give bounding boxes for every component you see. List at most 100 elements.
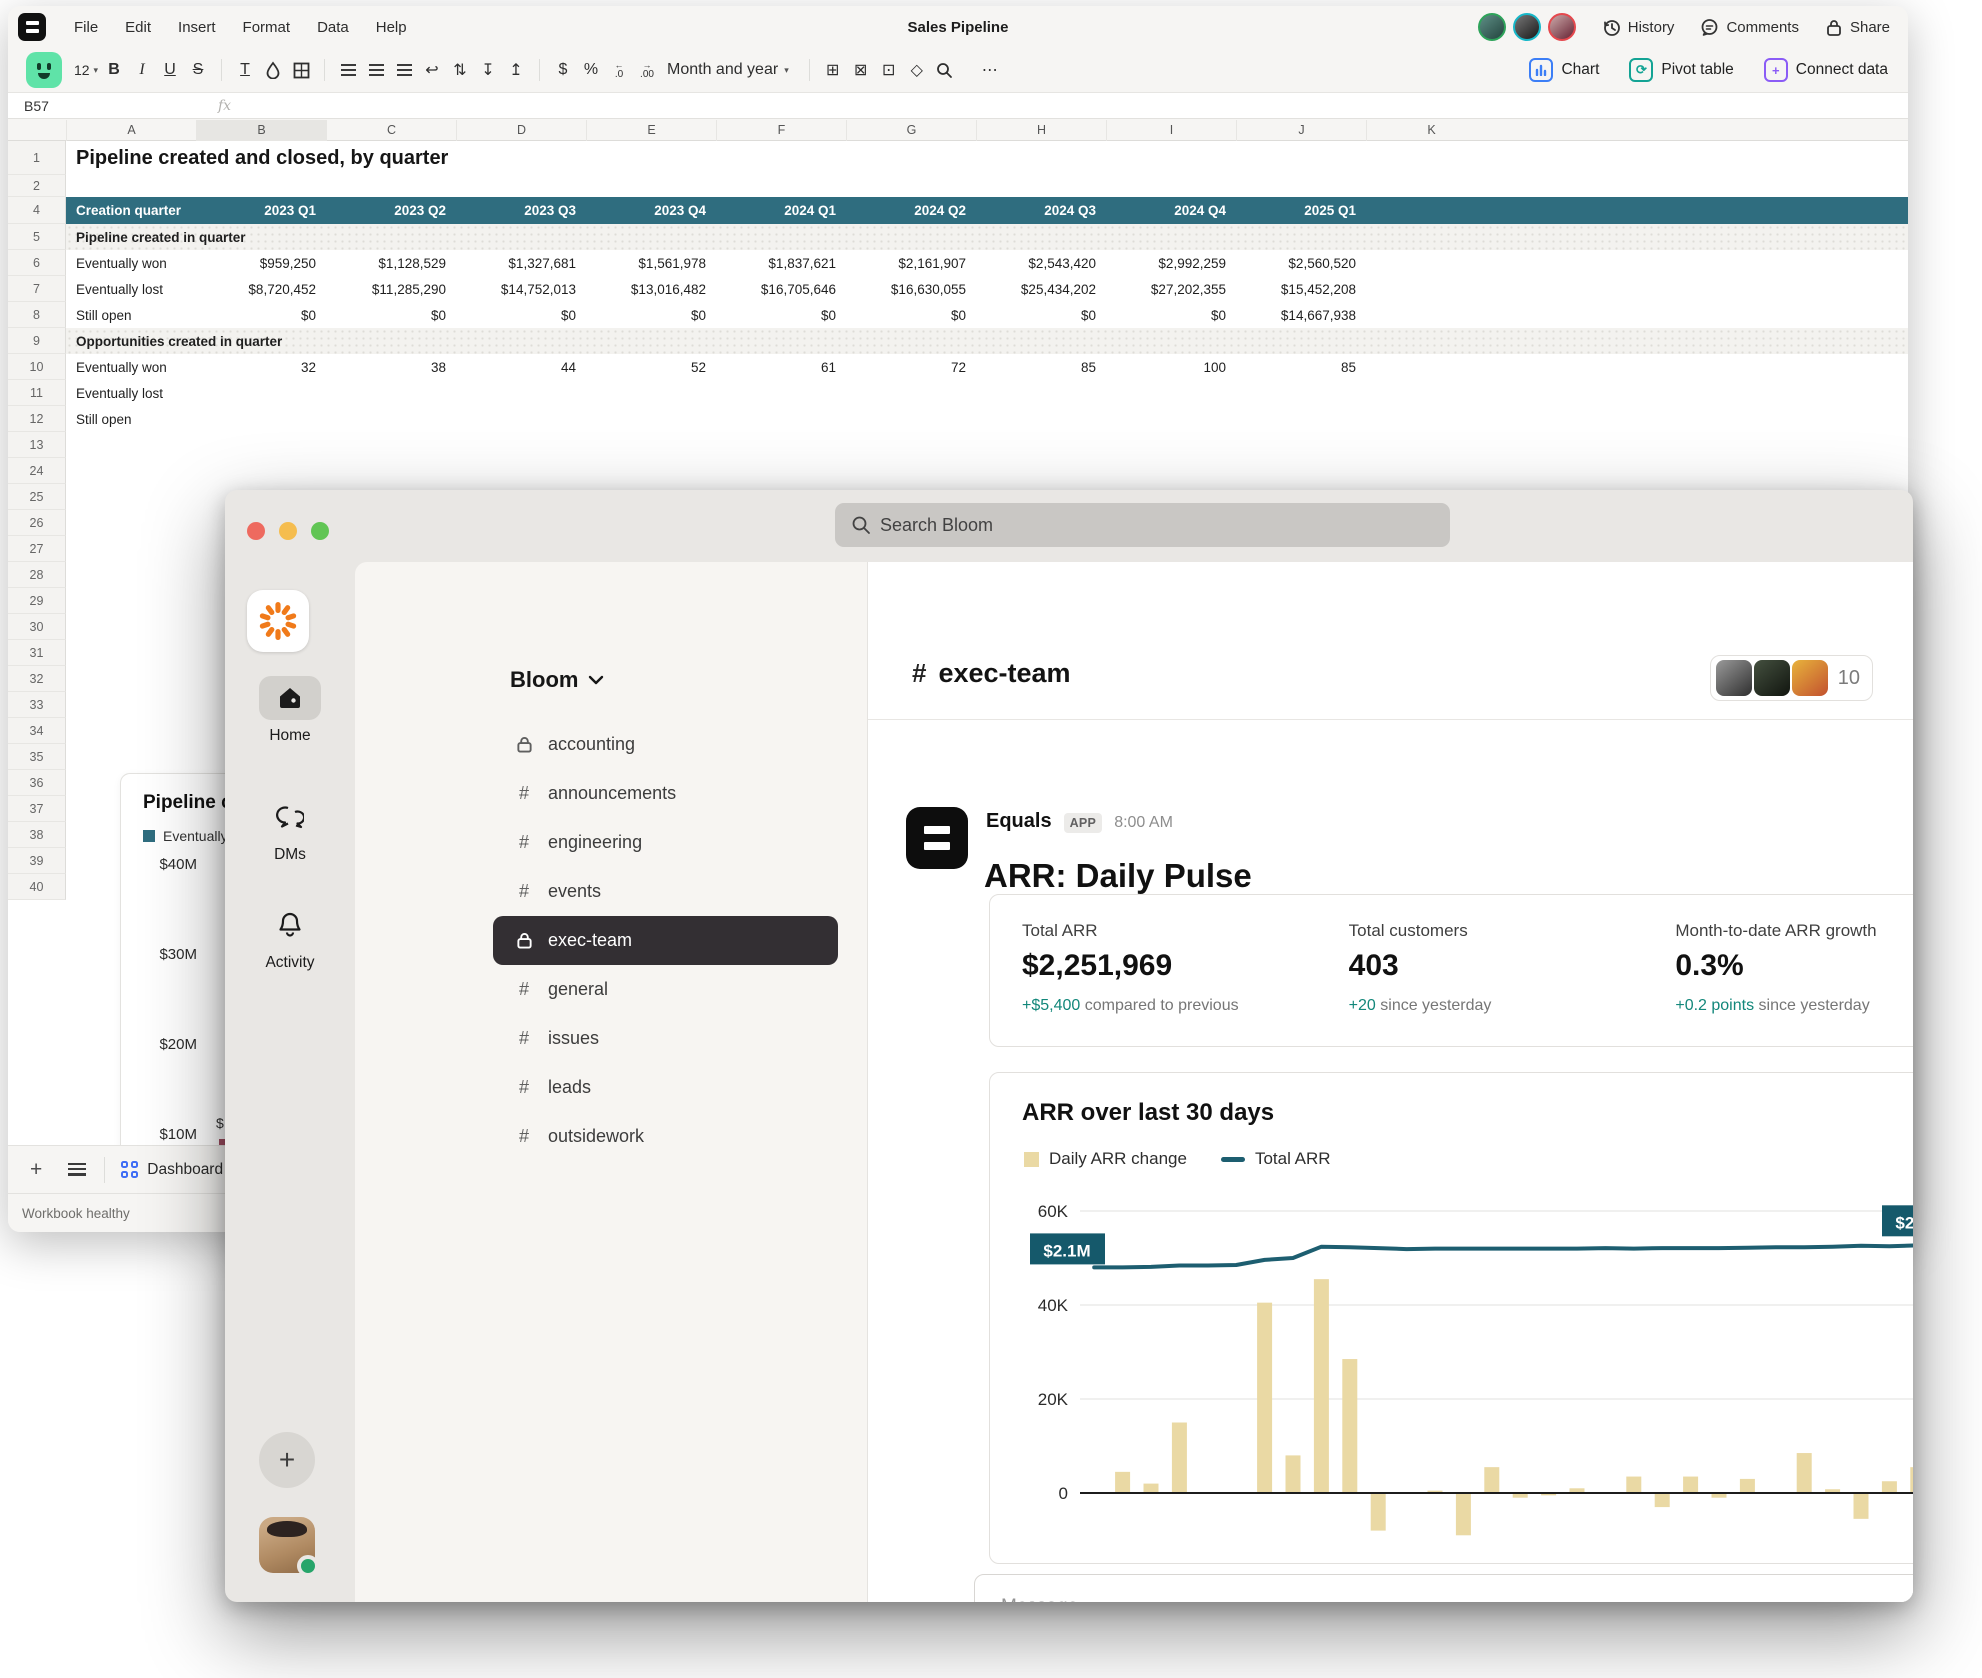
add-sheet-button[interactable]: + <box>30 1158 42 1182</box>
cell-value[interactable]: 85 <box>976 354 1096 380</box>
column-header-D[interactable]: D <box>456 120 586 141</box>
channel-item-engineering[interactable]: #engineering <box>493 818 838 867</box>
row-number-37[interactable]: 37 <box>8 796 66 822</box>
cell-value[interactable]: $14,667,938 <box>1236 302 1356 328</box>
row-number-24[interactable]: 24 <box>8 458 66 484</box>
bold-button[interactable]: B <box>100 55 128 85</box>
cell-value[interactable]: $14,752,013 <box>456 276 576 302</box>
history-button[interactable]: History <box>1602 18 1675 37</box>
cell-value[interactable]: $2,560,520 <box>1236 250 1356 276</box>
cell-value[interactable]: $27,202,355 <box>1106 276 1226 302</box>
rail-item-activity[interactable]: Activity <box>225 903 355 972</box>
decrease-decimal-button[interactable]: ←.0 <box>605 55 633 85</box>
currency-format-button[interactable]: $ <box>549 55 577 85</box>
cell-value[interactable]: $0 <box>1106 302 1226 328</box>
row-number-40[interactable]: 40 <box>8 874 66 900</box>
column-header-K[interactable]: K <box>1366 120 1496 141</box>
cell-reference-box[interactable]: B57 <box>8 98 158 114</box>
row-number-36[interactable]: 36 <box>8 770 66 796</box>
table-row[interactable]: Eventually lost <box>66 380 1908 406</box>
row-number-9[interactable]: 9 <box>8 328 66 354</box>
cell-value[interactable]: $0 <box>326 302 446 328</box>
connect-data-button[interactable]: +Connect data <box>1764 58 1888 82</box>
cell-value[interactable]: $2,992,259 <box>1106 250 1226 276</box>
table-row[interactable]: Eventually lost$8,720,452$11,285,290$14,… <box>66 276 1908 302</box>
column-header-F[interactable]: F <box>716 120 846 141</box>
text-wrap-icon[interactable]: ↩ <box>418 55 446 85</box>
message-composer[interactable]: Message <box>974 1574 1913 1602</box>
row-number-25[interactable]: 25 <box>8 484 66 510</box>
column-header-C[interactable]: C <box>326 120 456 141</box>
channel-item-issues[interactable]: #issues <box>493 1014 838 1063</box>
equals-bot-avatar[interactable] <box>906 807 968 869</box>
user-avatar[interactable] <box>259 1517 315 1573</box>
table-row[interactable]: Still open <box>66 406 1908 432</box>
italic-button[interactable]: I <box>128 55 156 85</box>
channel-item-outsidework[interactable]: #outsidework <box>493 1112 838 1161</box>
row-number-26[interactable]: 26 <box>8 510 66 536</box>
vertical-align-middle-icon[interactable]: ⇅ <box>446 55 474 85</box>
cell-value[interactable]: $11,285,290 <box>326 276 446 302</box>
cell-value[interactable]: 32 <box>196 354 316 380</box>
add-workspace-button[interactable]: + <box>259 1432 315 1488</box>
cell-value[interactable]: $15,452,208 <box>1236 276 1356 302</box>
borders-button[interactable] <box>287 55 315 85</box>
fill-color-button[interactable] <box>259 55 287 85</box>
increase-decimal-button[interactable]: →.00 <box>633 55 661 85</box>
pivot-table-button[interactable]: ⟳Pivot table <box>1629 58 1733 82</box>
align-right-icon[interactable] <box>390 55 418 85</box>
tab-dashboard[interactable]: Dashboard <box>121 1161 223 1179</box>
cell-value[interactable]: 38 <box>326 354 446 380</box>
column-header-E[interactable]: E <box>586 120 716 141</box>
message-sender[interactable]: Equals <box>986 810 1052 833</box>
row-number-30[interactable]: 30 <box>8 614 66 640</box>
clear-format-icon[interactable]: ◇ <box>903 55 931 85</box>
row-number-31[interactable]: 31 <box>8 640 66 666</box>
strikethrough-button[interactable]: S <box>184 55 212 85</box>
row-number-33[interactable]: 33 <box>8 692 66 718</box>
row-number-12[interactable]: 12 <box>8 406 66 432</box>
column-headers[interactable]: ABCDEFGHIJK <box>8 120 1908 141</box>
import-cell-icon[interactable]: ⊡ <box>875 55 903 85</box>
row-number-7[interactable]: 7 <box>8 276 66 302</box>
font-size-dropdown[interactable]: 12▾ <box>72 55 100 85</box>
row-number-28[interactable]: 28 <box>8 562 66 588</box>
channel-item-exec-team[interactable]: exec-team <box>493 916 838 965</box>
cell-value[interactable]: $0 <box>716 302 836 328</box>
cell-value[interactable]: $1,837,621 <box>716 250 836 276</box>
cell-value[interactable]: 52 <box>586 354 706 380</box>
cell-value[interactable]: $0 <box>196 302 316 328</box>
row-number-5[interactable]: 5 <box>8 224 66 250</box>
channel-title[interactable]: # exec-team <box>912 658 1071 689</box>
minimize-window-icon[interactable] <box>279 522 297 540</box>
column-header-H[interactable]: H <box>976 120 1106 141</box>
emoji-format-button[interactable] <box>26 52 62 88</box>
cell-value[interactable]: $8,720,452 <box>196 276 316 302</box>
close-window-icon[interactable] <box>247 522 265 540</box>
underline-button[interactable]: U <box>156 55 184 85</box>
comments-button[interactable]: Comments <box>1700 18 1799 37</box>
column-header-B[interactable]: B <box>196 120 326 141</box>
channel-item-general[interactable]: #general <box>493 965 838 1014</box>
rail-item-home[interactable]: Home <box>225 676 355 745</box>
more-tools-button[interactable]: ⋯ <box>977 55 1005 85</box>
cell-value[interactable]: $0 <box>586 302 706 328</box>
collaborator-avatars[interactable] <box>1478 13 1576 41</box>
vertical-align-top-icon[interactable]: ↥ <box>502 55 530 85</box>
table-row[interactable]: Eventually won$959,250$1,128,529$1,327,6… <box>66 250 1908 276</box>
cell-value[interactable]: $0 <box>456 302 576 328</box>
number-format-dropdown[interactable]: Month and year▾ <box>667 55 789 85</box>
column-header-G[interactable]: G <box>846 120 976 141</box>
channel-item-announcements[interactable]: #announcements <box>493 769 838 818</box>
chart-button[interactable]: Chart <box>1529 58 1599 82</box>
channel-item-accounting[interactable]: accounting <box>493 720 838 769</box>
cell-value[interactable]: 44 <box>456 354 576 380</box>
table-row[interactable]: Still open$0$0$0$0$0$0$0$0$14,667,938 <box>66 302 1908 328</box>
collaborator-avatar[interactable] <box>1478 13 1506 41</box>
column-header-I[interactable]: I <box>1106 120 1236 141</box>
row-number-1[interactable]: 1 <box>8 141 66 175</box>
cell-value[interactable]: $2,161,907 <box>846 250 966 276</box>
workspace-logo-button[interactable] <box>247 590 309 652</box>
column-header-J[interactable]: J <box>1236 120 1366 141</box>
search-input[interactable]: Search Bloom <box>835 503 1450 547</box>
